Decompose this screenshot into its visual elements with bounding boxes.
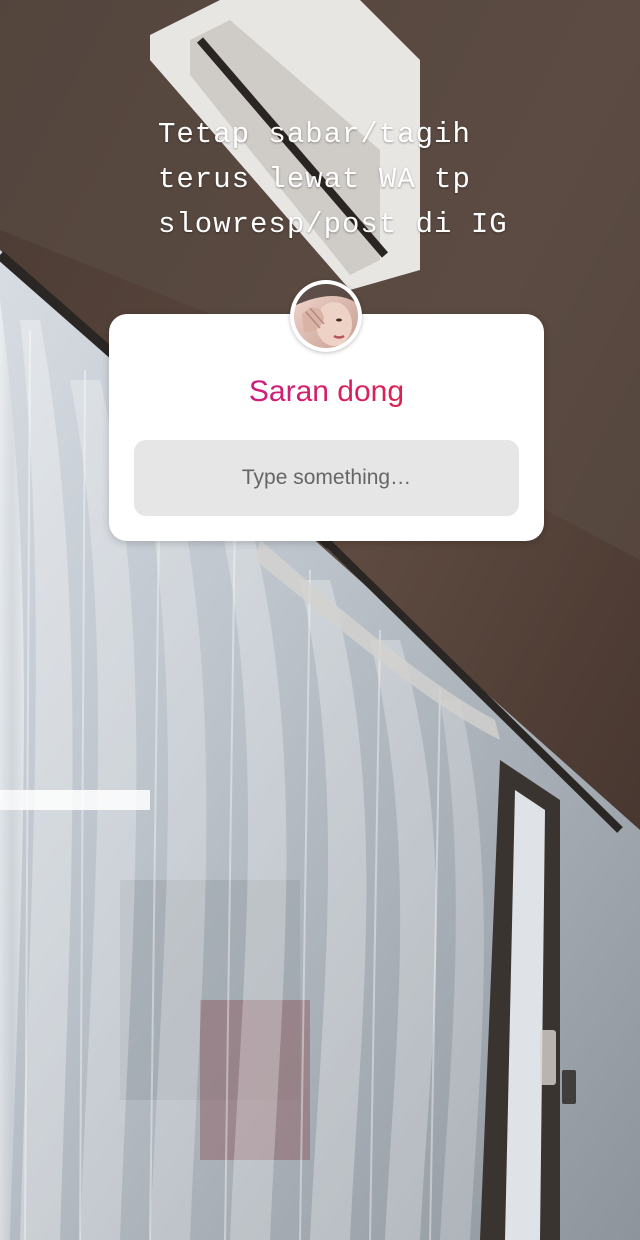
question-title: Saran dong: [109, 375, 544, 409]
caption-line: terus lewat WA tp: [158, 163, 471, 196]
profile-photo-avatar-icon: [294, 284, 358, 348]
avatar: [290, 280, 362, 352]
answer-placeholder: Type something…: [241, 466, 412, 489]
answer-input[interactable]: Type something…: [134, 440, 519, 516]
story-canvas: Tetap sabar/tagih terus lewat WA tp slow…: [0, 0, 640, 1240]
story-caption: Tetap sabar/tagih terus lewat WA tp slow…: [158, 112, 618, 247]
caption-line: slowresp/post di IG: [158, 208, 508, 241]
caption-line: Tetap sabar/tagih: [158, 118, 471, 151]
